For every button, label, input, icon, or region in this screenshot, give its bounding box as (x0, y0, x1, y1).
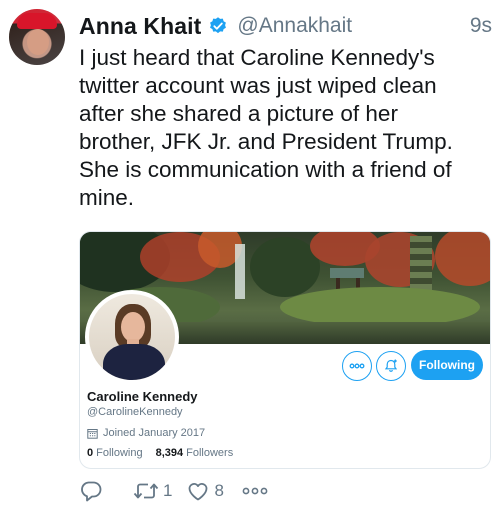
profile-avatar[interactable] (85, 290, 179, 384)
followers-count: 8,394 (155, 447, 184, 459)
retweet-icon (133, 483, 159, 499)
more-icon (242, 487, 268, 495)
tweet-timestamp[interactable]: 9s (470, 14, 492, 38)
retweet-button[interactable]: 1 (133, 481, 172, 501)
calendar-icon (87, 428, 98, 439)
profile-card[interactable]: Following Caroline Kennedy @CarolineKenn… (79, 231, 491, 469)
like-count: 8 (214, 481, 224, 500)
verified-badge-icon (210, 17, 227, 34)
followers-stat[interactable]: 8,394 Followers (156, 447, 234, 459)
author-handle[interactable]: @Annakhait (237, 14, 352, 38)
tweet-actions: 1 8 (79, 478, 268, 504)
reply-icon (81, 481, 102, 502)
following-button[interactable]: Following (411, 350, 483, 380)
author-avatar[interactable] (9, 9, 65, 65)
retweet-count: 1 (163, 481, 173, 500)
profile-avatar-body (103, 344, 165, 380)
notification-bell-icon (384, 359, 398, 372)
following-label: Following (96, 447, 143, 459)
notifications-button[interactable] (376, 351, 406, 381)
tweet-header: Anna Khait @Annakhait 9s (79, 11, 492, 41)
followers-label: Followers (186, 447, 234, 459)
more-actions-button[interactable] (242, 487, 268, 495)
more-icon (349, 363, 365, 369)
profile-name[interactable]: Caroline Kennedy (87, 389, 198, 404)
more-options-button[interactable] (342, 351, 372, 381)
profile-stats: 0 Following 8,394 Followers (87, 447, 246, 459)
joined-date-label: Joined January 2017 (103, 427, 206, 439)
following-count: 0 (87, 447, 94, 459)
profile-avatar-face (121, 312, 145, 342)
author-display-name[interactable]: Anna Khait (79, 13, 201, 40)
heart-icon (189, 483, 208, 501)
like-button[interactable]: 8 (186, 480, 224, 502)
joined-date: Joined January 2017 (87, 427, 205, 439)
following-stat[interactable]: 0 Following (87, 447, 143, 459)
profile-handle[interactable]: @CarolineKennedy (87, 406, 183, 418)
tweet-text: I just heard that Caroline Kennedy's twi… (79, 45, 453, 210)
reply-button[interactable] (79, 480, 103, 502)
avatar-face (27, 29, 49, 55)
avatar-hat (17, 13, 57, 29)
